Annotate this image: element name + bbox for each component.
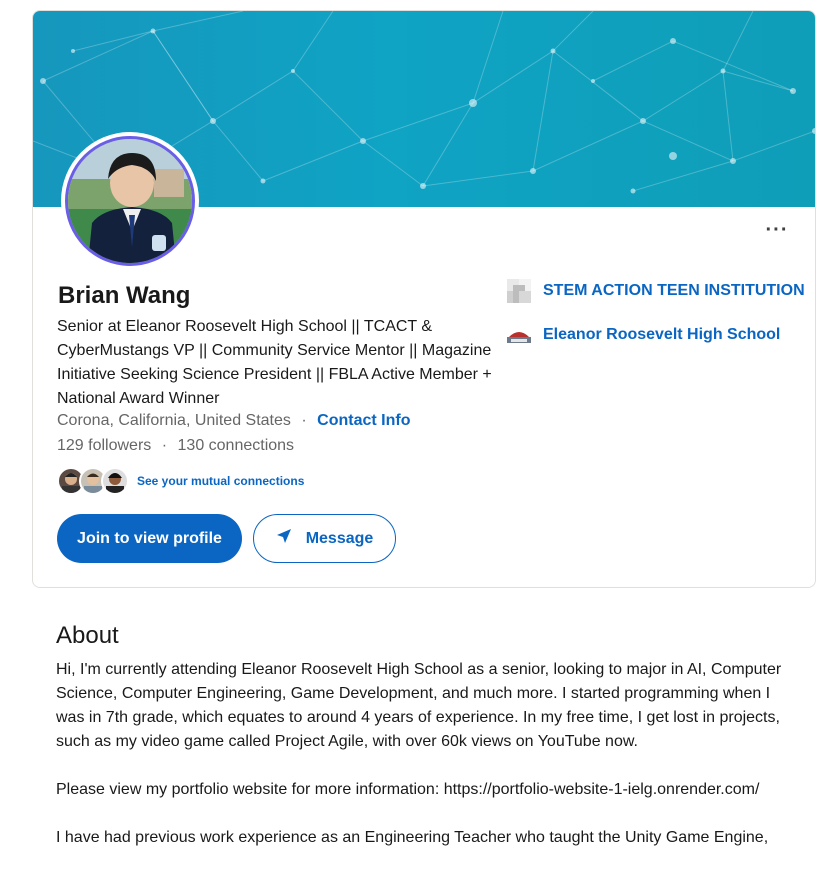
mutual-avatars (57, 465, 131, 497)
school-logo-icon (507, 323, 531, 347)
org-stem-action-teen-institution[interactable]: STEM ACTION TEEN INSTITUTION (507, 279, 805, 303)
profile-headline: Senior at Eleanor Roosevelt High School … (57, 318, 492, 407)
message-label: Message (305, 529, 374, 547)
profile-name: Brian Wang (58, 282, 191, 309)
avatar (101, 467, 129, 495)
about-paragraph: Hi, I'm currently attending Eleanor Roos… (56, 661, 782, 750)
org-logo-placeholder-icon (507, 279, 531, 303)
profile-avatar[interactable] (61, 132, 199, 270)
about-paragraph: Please view my portfolio website for mor… (56, 781, 760, 798)
contact-info-link[interactable]: Contact Info (317, 412, 410, 429)
about-paragraph: I have had previous work experience as a… (56, 829, 769, 846)
about-heading: About (56, 622, 119, 649)
org-name: Eleanor Roosevelt High School (543, 326, 781, 343)
more-options-icon[interactable]: ··· (765, 220, 789, 245)
avatar-photo (65, 136, 195, 266)
message-button[interactable]: Message (253, 514, 396, 563)
join-to-view-profile-button[interactable]: Join to view profile (57, 514, 242, 563)
profile-location: Corona, California, United States (57, 412, 291, 429)
separator: · (161, 437, 168, 454)
profile-card: ··· Brian Wang Senior at Eleanor Rooseve… (32, 10, 816, 588)
send-icon (276, 528, 292, 549)
followers-count: 129 followers (57, 437, 152, 454)
mutual-connections-link[interactable]: See your mutual connections (137, 474, 304, 488)
network-stats: 129 followers · 130 connections (57, 436, 294, 456)
connections-count: 130 connections (177, 437, 295, 454)
org-eleanor-roosevelt-high-school[interactable]: Eleanor Roosevelt High School (507, 323, 780, 347)
separator: · (301, 412, 307, 429)
org-name: STEM ACTION TEEN INSTITUTION (543, 282, 805, 299)
mutual-connections[interactable]: See your mutual connections (57, 465, 304, 497)
about-body: Hi, I'm currently attending Eleanor Roos… (56, 658, 796, 874)
location-row: Corona, California, United States · Cont… (57, 411, 410, 431)
